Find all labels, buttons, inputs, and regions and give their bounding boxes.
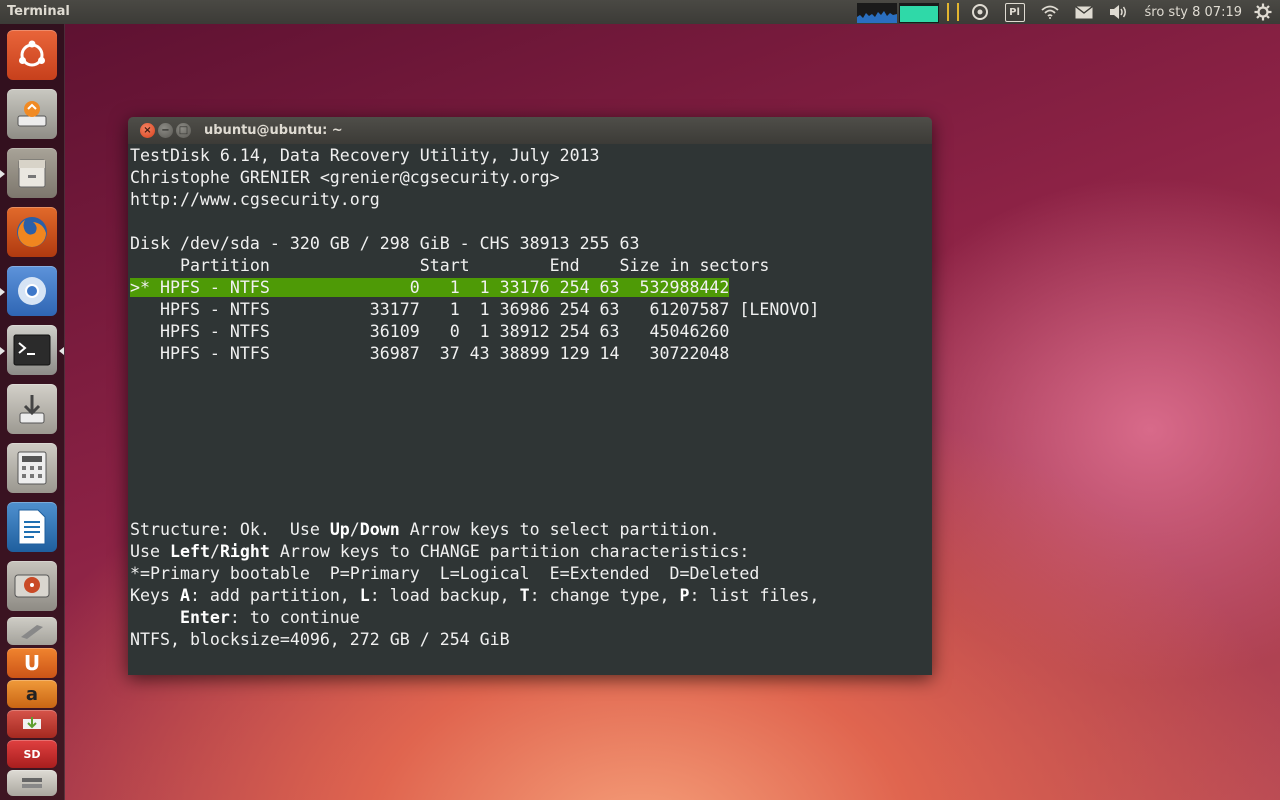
- partition-row[interactable]: HPFS - NTFS 36109 0 1 38912 254 63 45046…: [130, 321, 932, 343]
- launcher-item-startup-disk[interactable]: [7, 710, 57, 738]
- ubuntu-one-icon: U: [23, 651, 41, 675]
- volume-icon[interactable]: [1109, 4, 1129, 20]
- active-app-title: Terminal: [7, 4, 70, 19]
- window-titlebar[interactable]: × − □ ubuntu@ubuntu: ~: [128, 117, 932, 144]
- memory-graph-fill: [899, 6, 938, 22]
- help-line-structure: Structure: Ok. Use Up/Down Arrow keys to…: [130, 520, 720, 539]
- running-indicator: [0, 347, 5, 355]
- launcher-item-chromium[interactable]: [7, 266, 57, 316]
- launcher-item-tools[interactable]: [7, 617, 57, 645]
- help-line-change: Use Left/Right Arrow keys to CHANGE part…: [130, 542, 750, 561]
- session-gear-icon[interactable]: [1254, 3, 1272, 21]
- partition-table-header: Partition Start End Size in sectors: [130, 256, 770, 275]
- sync-icon[interactable]: [971, 3, 989, 21]
- status-line: NTFS, blocksize=4096, 272 GB / 254 GiB: [130, 630, 510, 649]
- clock[interactable]: śro sty 8 07:19: [1145, 5, 1242, 20]
- firefox-icon: [17, 217, 47, 247]
- partition-row-text: HPFS - NTFS 33177 1 1 36986 254 63 61207…: [130, 300, 730, 319]
- launcher-item-disks[interactable]: [7, 561, 57, 611]
- disk-icon: [14, 574, 50, 598]
- window-title: ubuntu@ubuntu: ~: [204, 123, 343, 138]
- cpu-graph-area: [856, 11, 897, 23]
- cpu-graph-svg: [856, 11, 897, 23]
- chromium-icon: [18, 277, 46, 305]
- indicator-area: Pl śro sty 8 07:19: [856, 0, 1280, 24]
- terminal-line: Christophe GRENIER <grenier@cgsecurity.o…: [130, 168, 560, 187]
- maximize-button[interactable]: □: [176, 123, 191, 138]
- help-line-keys: Keys A: add partition, L: load backup, T…: [130, 586, 820, 605]
- updater-icon: [17, 101, 47, 127]
- disk-info-line: Disk /dev/sda - 320 GB / 298 GiB - CHS 3…: [130, 234, 640, 253]
- stack-icon: [22, 778, 42, 788]
- startup-disk-icon: [23, 717, 41, 729]
- tools-icon: [21, 625, 43, 639]
- memory-graph: [898, 3, 939, 23]
- install-icon: [19, 395, 45, 424]
- launcher-item-sd-card[interactable]: SD: [7, 740, 57, 768]
- ubuntu-logo-icon: [19, 40, 45, 67]
- terminal-content[interactable]: TestDisk 6.14, Data Recovery Utility, Ju…: [128, 144, 932, 675]
- mail-icon[interactable]: [1074, 5, 1093, 19]
- launcher: U a SD: [0, 24, 65, 800]
- running-indicator: [0, 288, 5, 296]
- launcher-item-terminal[interactable]: [7, 325, 57, 375]
- launcher-item-calculator[interactable]: [7, 443, 57, 493]
- close-icon: ×: [143, 125, 152, 136]
- minimize-icon: −: [161, 125, 170, 136]
- launcher-item-files[interactable]: [7, 148, 57, 198]
- partition-row-suffix: [LENOVO]: [729, 300, 820, 319]
- maximize-icon: □: [178, 125, 189, 136]
- top-panel: Terminal Pl śro sty 8 07:19: [0, 0, 1280, 24]
- partition-row-text: HPFS - NTFS 36109 0 1 38912 254 63 45046…: [130, 322, 730, 341]
- launcher-item-firefox[interactable]: [7, 207, 57, 257]
- keyboard-layout-indicator[interactable]: Pl: [1004, 2, 1025, 22]
- sd-card-icon: SD: [23, 747, 41, 761]
- focused-indicator: [59, 347, 64, 355]
- partition-row[interactable]: HPFS - NTFS 36987 37 43 38899 129 14 307…: [130, 343, 932, 365]
- launcher-item-ubuntu-one[interactable]: U: [7, 648, 57, 678]
- terminal-blank-area: [130, 365, 932, 519]
- partition-row[interactable]: HPFS - NTFS 33177 1 1 36986 254 63 61207…: [130, 299, 932, 321]
- cpu-graph: [856, 3, 897, 23]
- partition-row-text-selected: >* HPFS - NTFS 0 1 1 33176 254 63 532988…: [130, 278, 730, 297]
- launcher-item-dash-home[interactable]: [7, 30, 57, 80]
- keyboard-layout-label: Pl: [1004, 2, 1025, 22]
- amazon-icon: a: [25, 683, 39, 705]
- wifi-icon[interactable]: [1040, 5, 1059, 19]
- running-indicator: [0, 170, 5, 178]
- launcher-item-amazon[interactable]: a: [7, 680, 57, 708]
- partition-row-text: HPFS - NTFS 36987 37 43 38899 129 14 307…: [130, 344, 730, 363]
- terminal-line: http://www.cgsecurity.org: [130, 190, 380, 209]
- launcher-item-software-updater[interactable]: [7, 89, 57, 139]
- help-line-enter: Enter: to continue: [179, 608, 360, 627]
- document-icon: [18, 509, 46, 545]
- close-button[interactable]: ×: [140, 123, 155, 138]
- partition-row[interactable]: >* HPFS - NTFS 0 1 1 33176 254 63 532988…: [130, 277, 932, 299]
- terminal-line: TestDisk 6.14, Data Recovery Utility, Ju…: [130, 146, 600, 165]
- minimize-button[interactable]: −: [158, 123, 173, 138]
- help-line-legend: *=Primary bootable P=Primary L=Logical E…: [130, 564, 760, 583]
- terminal-icon: [13, 334, 51, 366]
- launcher-item-install[interactable]: [7, 384, 57, 434]
- calculator-icon: [17, 451, 47, 485]
- terminal-window[interactable]: × − □ ubuntu@ubuntu: ~ TestDisk 6.14, Da…: [128, 117, 932, 675]
- separator-bar: [946, 3, 949, 21]
- launcher-item-stack[interactable]: [7, 770, 57, 796]
- separator-bar: [956, 3, 959, 21]
- system-monitor-indicator[interactable]: [856, 1, 939, 23]
- file-cabinet-icon: [18, 159, 46, 188]
- launcher-item-writer[interactable]: [7, 502, 57, 552]
